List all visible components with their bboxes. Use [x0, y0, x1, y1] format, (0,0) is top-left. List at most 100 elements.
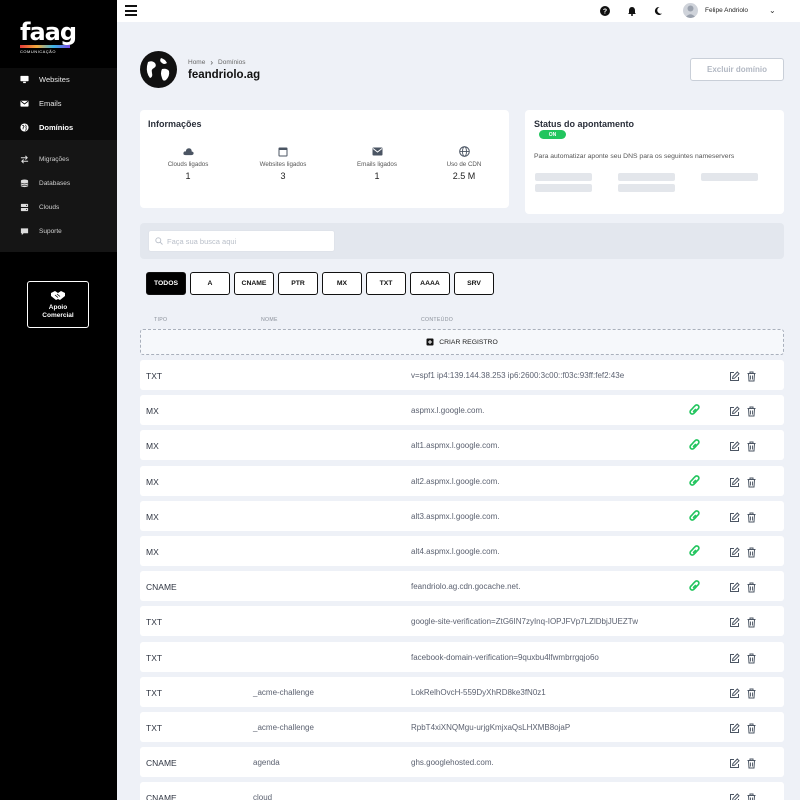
breadcrumb-current[interactable]: Domínios [218, 59, 245, 66]
record-type: CNAME [146, 582, 177, 593]
bell-icon[interactable] [626, 5, 637, 16]
filter-txt[interactable]: TXT [366, 272, 406, 295]
trash-icon[interactable] [746, 545, 757, 558]
user-name[interactable]: Felipe Andriolo [705, 7, 748, 14]
apoio-line1: Apoio [48, 304, 68, 311]
filter-cname[interactable]: CNAME [234, 272, 274, 295]
edit-icon[interactable] [729, 615, 740, 628]
table-row: MX alt4.aspmx.l.google.com. [140, 536, 784, 566]
filter-ptr[interactable]: PTR [278, 272, 318, 295]
edit-icon[interactable] [729, 510, 740, 522]
nameserver-placeholder [618, 173, 675, 181]
edit-icon[interactable] [729, 756, 740, 769]
record-type: MX [146, 511, 159, 522]
trash-icon[interactable] [746, 791, 757, 800]
globe-icon [458, 146, 470, 157]
trash-icon[interactable] [746, 651, 757, 664]
brand-logo[interactable]: faag COMUNICAÇÃO [20, 18, 77, 56]
stat-value: 2.5 M [452, 171, 476, 181]
apoio-comercial-button[interactable]: Apoio Comercial [27, 281, 89, 328]
edit-icon[interactable] [729, 791, 740, 800]
edit-icon[interactable] [729, 369, 740, 381]
link-icon[interactable] [687, 438, 702, 451]
envelope-icon [20, 99, 29, 108]
filter-todos[interactable]: TODOS [146, 272, 186, 295]
help-icon[interactable]: ? [599, 5, 610, 16]
edit-icon[interactable] [729, 545, 740, 557]
sidebar-item-websites[interactable]: Websites [20, 75, 70, 84]
edit-icon[interactable] [729, 475, 740, 487]
trash-icon[interactable] [746, 580, 757, 593]
record-content: RpbT4xiXNQMgu-urjgKmjxaQsLHXMB8ojaP [411, 723, 571, 732]
moon-icon[interactable] [652, 5, 663, 16]
domain-globe-icon [140, 51, 177, 88]
filter-a[interactable]: A [190, 272, 230, 295]
edit-icon[interactable] [729, 686, 740, 698]
create-record-button[interactable]: CRIAR REGISTRO [140, 329, 784, 355]
record-name: agenda [253, 758, 280, 768]
stat-label: Uso de CDN [446, 161, 482, 168]
sidebar-item-suporte[interactable]: Suporte [20, 227, 62, 236]
sidebar-item-label: Suporte [39, 228, 62, 235]
sidebar-item-emails[interactable]: Emails [20, 99, 62, 108]
record-content: LokRelhOvcH-559DyXhRD8ke3fN0z1 [411, 687, 546, 697]
apoio-line2: Comercial [42, 312, 74, 319]
link-icon[interactable] [687, 403, 702, 416]
link-icon[interactable] [687, 474, 702, 487]
chevron-down-icon[interactable]: ⌄ [769, 6, 776, 15]
record-name: _acme-challenge [253, 687, 314, 697]
sidebar-item-label: Emails [39, 99, 62, 108]
trash-icon[interactable] [746, 475, 757, 488]
trash-icon[interactable] [746, 615, 757, 628]
link-icon[interactable] [687, 509, 702, 522]
server-icon [20, 203, 29, 212]
edit-icon[interactable] [729, 651, 740, 663]
link-icon[interactable] [687, 544, 702, 557]
menu-icon[interactable] [125, 5, 137, 16]
record-content: google-site-verification=ZtG6IN7zyInq-IO… [411, 617, 638, 627]
trash-icon[interactable] [746, 404, 757, 417]
breadcrumb-home[interactable]: Home [188, 59, 205, 66]
record-type: TXT [146, 687, 163, 698]
filter-mx[interactable]: MX [322, 272, 362, 295]
table-row: CNAME agenda ghs.googlehosted.com. [140, 747, 784, 778]
sidebar-item-clouds[interactable]: Clouds [20, 203, 59, 212]
filter-srv[interactable]: SRV [454, 272, 494, 295]
sidebar-item-migracoes[interactable]: Migrações [20, 155, 69, 164]
table-row: MX alt2.aspmx.l.google.com. [140, 465, 784, 496]
avatar[interactable] [683, 3, 698, 18]
search-input[interactable] [167, 236, 327, 246]
trash-icon[interactable] [746, 510, 757, 523]
nameserver-placeholder [535, 173, 592, 181]
record-type: MX [146, 547, 159, 557]
window-icon [278, 146, 289, 157]
table-row: MX alt1.aspmx.l.google.com. [140, 430, 784, 461]
link-icon[interactable] [687, 579, 702, 592]
stat-clouds: Clouds ligados 1 [143, 146, 233, 181]
record-type: TXT [146, 652, 163, 663]
sidebar: faag COMUNICAÇÃO Websites Emails Domínio… [0, 0, 117, 800]
filter-aaaa[interactable]: AAAA [410, 272, 450, 295]
edit-icon[interactable] [729, 580, 740, 593]
edit-icon[interactable] [729, 439, 740, 452]
trash-icon[interactable] [746, 721, 757, 734]
logo-text: faag [20, 18, 77, 46]
sidebar-item-databases[interactable]: Databases [20, 179, 70, 188]
edit-icon[interactable] [729, 721, 740, 733]
sidebar-item-label: Clouds [39, 204, 60, 211]
cloud-icon [182, 146, 194, 157]
trash-icon[interactable] [746, 369, 757, 382]
trash-icon[interactable] [746, 439, 757, 452]
stat-value: 1 [185, 171, 191, 181]
search-box[interactable] [148, 230, 335, 252]
delete-domain-button[interactable]: Excluir domínio [690, 58, 784, 81]
edit-icon[interactable] [729, 404, 740, 417]
record-name: _acme-challenge [253, 723, 314, 732]
trash-icon[interactable] [746, 686, 757, 699]
record-content: alt3.aspmx.l.google.com. [411, 511, 500, 521]
sidebar-item-dominios[interactable]: Domínios [20, 123, 73, 132]
trash-icon[interactable] [746, 756, 757, 769]
globe-icon [20, 123, 29, 132]
column-header-tipo: TIPO [154, 317, 168, 323]
svg-text:?: ? [602, 8, 606, 15]
